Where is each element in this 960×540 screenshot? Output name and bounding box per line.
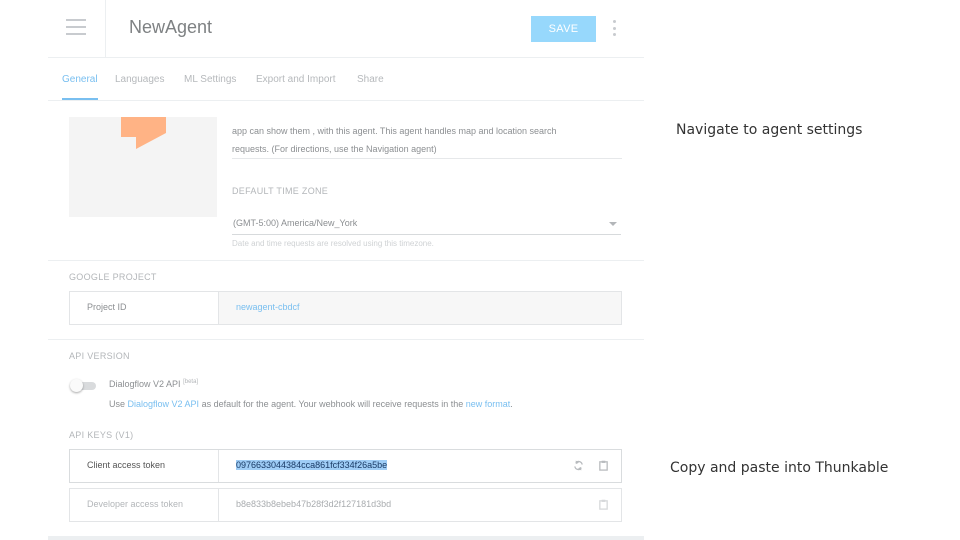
copy-icon[interactable] — [598, 460, 609, 471]
time-zone-help: Date and time requests are resolved usin… — [232, 239, 434, 248]
section-divider — [48, 260, 644, 261]
beta-badge: [beta] — [183, 379, 199, 385]
annotation-navigate: Navigate to agent settings — [676, 122, 863, 138]
tab-languages[interactable]: Languages — [115, 74, 165, 85]
tab-ml-settings[interactable]: ML Settings — [184, 74, 236, 85]
project-id-link[interactable]: newagent-cbdcf — [236, 302, 300, 312]
api-version-label: API VERSION — [69, 351, 130, 361]
more-options-icon[interactable] — [611, 20, 617, 36]
agent-description[interactable]: app can show them , with this agent. Thi… — [232, 122, 622, 158]
new-format-link[interactable]: new format — [466, 399, 511, 409]
app-header: NewAgent SAVE — [48, 0, 644, 58]
time-zone-value: (GMT-5:00) America/New_York — [233, 218, 358, 228]
description-line-1: app can show them , with this agent. Thi… — [232, 126, 557, 136]
active-tab-indicator — [62, 98, 98, 100]
project-id-label: Project ID — [87, 302, 127, 312]
client-token-label: Client access token — [87, 460, 166, 470]
description-line-2: requests. (For directions, use the Navig… — [232, 144, 437, 154]
menu-icon[interactable] — [66, 19, 86, 35]
developer-token-row: Developer access token b8e833b8ebeb47b28… — [69, 488, 622, 522]
time-zone-select[interactable]: (GMT-5:00) America/New_York — [232, 216, 621, 235]
agent-avatar-shape — [121, 117, 166, 149]
annotation-copy-paste: Copy and paste into Thunkable — [670, 460, 889, 476]
developer-token-label: Developer access token — [87, 499, 184, 509]
tab-share[interactable]: Share — [357, 74, 384, 85]
client-token-value[interactable]: 0976633044384cca861fcf334f26a5be — [236, 460, 388, 470]
section-divider — [48, 339, 644, 340]
description-underline — [232, 158, 622, 159]
save-button[interactable]: SAVE — [531, 16, 596, 42]
tab-general[interactable]: General — [62, 74, 98, 85]
google-project-label: GOOGLE PROJECT — [69, 272, 157, 282]
v2-api-description: Use Dialogflow V2 API as default for the… — [109, 399, 513, 409]
time-zone-label: DEFAULT TIME ZONE — [232, 186, 329, 196]
tab-export-import[interactable]: Export and Import — [256, 74, 335, 85]
project-id-row: Project ID newagent-cbdcf — [69, 291, 622, 325]
v2-api-label: Dialogflow V2 API [beta] — [109, 379, 199, 389]
api-keys-label: API KEYS (V1) — [69, 430, 134, 440]
bottom-edge — [48, 536, 644, 540]
header-divider — [105, 0, 106, 57]
dialogflow-v2-link[interactable]: Dialogflow V2 API — [128, 399, 200, 409]
dialogflow-agent-settings: NewAgent SAVE General Languages ML Setti… — [48, 0, 644, 540]
agent-name: NewAgent — [129, 17, 213, 37]
client-token-row: Client access token 0976633044384cca861f… — [69, 449, 622, 483]
copy-icon[interactable] — [598, 499, 609, 510]
settings-tabs: General Languages ML Settings Export and… — [48, 58, 644, 101]
v2-api-toggle[interactable] — [70, 379, 96, 392]
dropdown-caret-icon — [609, 222, 617, 226]
refresh-icon[interactable] — [573, 460, 584, 471]
developer-token-value[interactable]: b8e833b8ebeb47b28f3d2f127181d3bd — [236, 499, 391, 509]
